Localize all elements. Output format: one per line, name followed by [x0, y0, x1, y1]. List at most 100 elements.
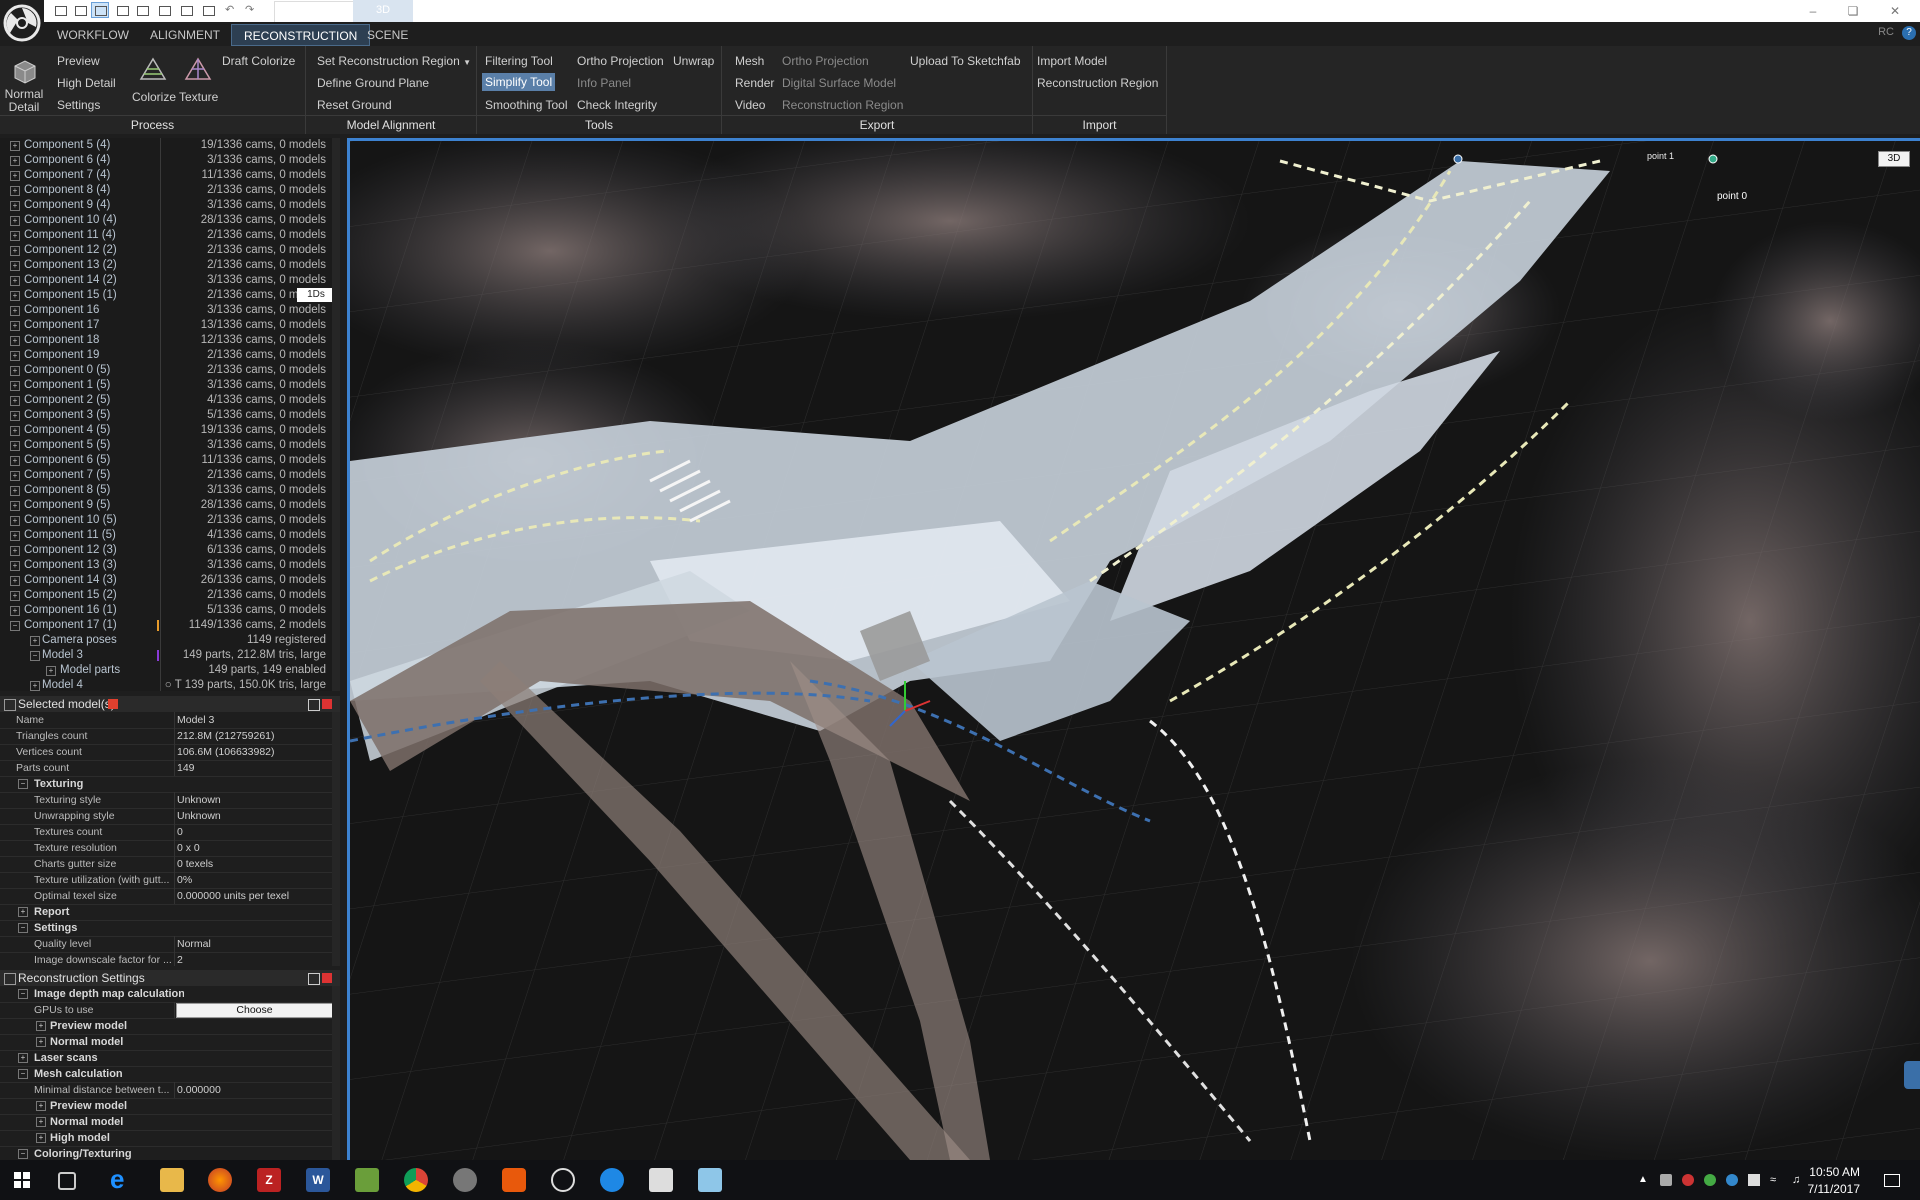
tree-row[interactable]: + Component 7 (5) 2/1336 cams, 0 models [0, 468, 332, 483]
property-section[interactable]: + Normal model [0, 1034, 332, 1051]
chrome-icon[interactable] [404, 1168, 428, 1192]
close-icon[interactable]: ✕ [1880, 2, 1910, 20]
layout-4-icon[interactable] [114, 3, 130, 17]
high-detail-button[interactable]: High Detail [57, 74, 116, 92]
tree-row[interactable]: + Component 12 (3) 6/1336 cams, 0 models [0, 543, 332, 558]
expand-icon[interactable]: + [10, 501, 20, 511]
tree-row[interactable]: + Component 3 (5) 5/1336 cams, 0 models [0, 408, 332, 423]
tab-workflow[interactable]: WORKFLOW [57, 24, 129, 46]
view-mode-badge[interactable]: 3D [1878, 151, 1910, 167]
property-value[interactable]: 106.6M (106633982) [177, 744, 275, 760]
expand-icon[interactable]: + [10, 606, 20, 616]
firefox-icon[interactable] [208, 1168, 232, 1192]
layout-7-icon[interactable] [178, 3, 194, 17]
expand-icon[interactable]: + [10, 486, 20, 496]
tree-row[interactable]: − Model 3 149 parts, 212.8M tris, large [0, 648, 332, 663]
layout-2-icon[interactable] [72, 3, 88, 17]
collapse-icon[interactable]: − [18, 989, 28, 999]
tree-row[interactable]: + Component 10 (4) 28/1336 cams, 0 models [0, 213, 332, 228]
restore-icon[interactable]: ❏ [1838, 2, 1868, 20]
property-section[interactable]: − Texturing [0, 776, 332, 793]
redo-icon[interactable]: ↷ [242, 3, 258, 17]
side-panel-handle[interactable] [1904, 1061, 1920, 1089]
layout-1-icon[interactable] [52, 3, 68, 17]
windows-start-icon[interactable] [14, 1172, 30, 1188]
expand-icon[interactable]: + [10, 561, 20, 571]
export-render-button[interactable]: Render [735, 74, 774, 92]
notepad-plus-icon[interactable] [355, 1168, 379, 1192]
panel-splitter[interactable] [340, 138, 347, 1160]
tree-row[interactable]: + Component 5 (4) 19/1336 cams, 0 models [0, 138, 332, 153]
tree-row[interactable]: + Component 10 (5) 2/1336 cams, 0 models [0, 513, 332, 528]
tree-row[interactable]: + Component 15 (1) 2/1336 cams, 0 models [0, 288, 332, 303]
tree-row[interactable]: + Component 11 (5) 4/1336 cams, 0 models [0, 528, 332, 543]
simplify-tool-button[interactable]: Simplify Tool [482, 73, 556, 91]
tree-row[interactable]: + Component 4 (5) 19/1336 cams, 0 models [0, 423, 332, 438]
texture-button[interactable]: Texture [179, 88, 218, 106]
tab-reconstruction[interactable]: RECONSTRUCTION [231, 24, 371, 46]
panel-close-icon[interactable] [322, 699, 332, 709]
layout-3-icon[interactable] [91, 2, 109, 18]
upload-sketchfab-button[interactable]: Upload To Sketchfab [910, 52, 1021, 70]
expand-icon[interactable]: + [18, 1053, 28, 1063]
reconstruction-settings-scrollbar[interactable] [332, 986, 340, 1160]
expand-icon[interactable]: + [36, 1101, 46, 1111]
tree-row[interactable]: + Component 9 (5) 28/1336 cams, 0 models [0, 498, 332, 513]
tree-row[interactable]: + Component 8 (4) 2/1336 cams, 0 models [0, 183, 332, 198]
selected-models-scrollbar[interactable] [332, 712, 340, 966]
unwrap-button[interactable]: Unwrap [673, 52, 714, 70]
property-value[interactable]: 0.000000 [177, 1082, 221, 1098]
property-value[interactable]: 212.8M (212759261) [177, 728, 275, 744]
tree-row[interactable]: + Component 13 (2) 2/1336 cams, 0 models [0, 258, 332, 273]
expand-icon[interactable]: + [36, 1133, 46, 1143]
expand-icon[interactable]: + [10, 381, 20, 391]
property-value[interactable]: 2 [177, 952, 183, 966]
expand-icon[interactable]: + [10, 171, 20, 181]
tree-row[interactable]: + Component 19 2/1336 cams, 0 models [0, 348, 332, 363]
property-value[interactable]: 0 texels [177, 856, 213, 872]
gimp-icon[interactable] [453, 1168, 477, 1192]
expand-icon[interactable]: + [10, 516, 20, 526]
collapse-icon[interactable]: − [30, 651, 40, 661]
expand-icon[interactable]: + [10, 291, 20, 301]
set-reconstruction-region-button[interactable]: Set Reconstruction Region ▼ [317, 52, 471, 70]
tree-row[interactable]: + Component 14 (3) 26/1336 cams, 0 models [0, 573, 332, 588]
tree-row[interactable]: + Model 4 ○ T 139 parts, 150.0K tris, larg… [0, 678, 332, 691]
property-section[interactable]: + Preview model [0, 1018, 332, 1035]
tree-row[interactable]: + Component 14 (2) 3/1336 cams, 0 models [0, 273, 332, 288]
expand-icon[interactable]: + [10, 321, 20, 331]
task-view-icon[interactable] [58, 1172, 76, 1190]
layout-6-icon[interactable] [156, 3, 172, 17]
preview-button[interactable]: Preview [57, 52, 100, 70]
expand-icon[interactable]: + [18, 907, 28, 917]
export-video-button[interactable]: Video [735, 96, 765, 114]
photos-icon[interactable] [649, 1168, 673, 1192]
tree-row[interactable]: + Component 16 (1) 5/1336 cams, 0 models [0, 603, 332, 618]
expand-icon[interactable]: + [10, 186, 20, 196]
tree-row[interactable]: + Component 18 12/1336 cams, 0 models [0, 333, 332, 348]
expand-icon[interactable]: + [10, 576, 20, 586]
title-field[interactable] [274, 1, 354, 23]
layout-5-icon[interactable] [134, 3, 150, 17]
ortho-projection-tool-button[interactable]: Ortho Projection [577, 52, 664, 70]
undo-icon[interactable]: ↶ [222, 3, 238, 17]
tree-row[interactable]: + Component 15 (2) 2/1336 cams, 0 models [0, 588, 332, 603]
panel-float-icon[interactable] [308, 699, 320, 711]
export-reconstruction-region-button[interactable]: Reconstruction Region [782, 96, 903, 114]
define-ground-plane-button[interactable]: Define Ground Plane [317, 74, 429, 92]
tree-row[interactable]: + Component 6 (5) 11/1336 cams, 0 models [0, 453, 332, 468]
property-value[interactable]: Model 3 [177, 712, 214, 728]
smoothing-tool-button[interactable]: Smoothing Tool [485, 96, 568, 114]
check-integrity-button[interactable]: Check Integrity [577, 96, 657, 114]
tab-alignment[interactable]: ALIGNMENT [150, 24, 220, 46]
tray-app-icon[interactable] [1682, 1174, 1694, 1186]
expand-icon[interactable]: + [10, 366, 20, 376]
import-model-button[interactable]: Import Model [1037, 52, 1107, 70]
collapse-icon[interactable]: − [18, 923, 28, 933]
tree-row[interactable]: + Component 11 (4) 2/1336 cams, 0 models [0, 228, 332, 243]
collapse-icon[interactable]: − [18, 1149, 28, 1159]
file-explorer-icon[interactable] [160, 1168, 184, 1192]
viewport-3d[interactable]: point 0 point 1 3D [347, 138, 1920, 1160]
property-value[interactable]: 0% [177, 872, 192, 888]
normal-detail-button[interactable]: Normal Detail [4, 88, 44, 116]
